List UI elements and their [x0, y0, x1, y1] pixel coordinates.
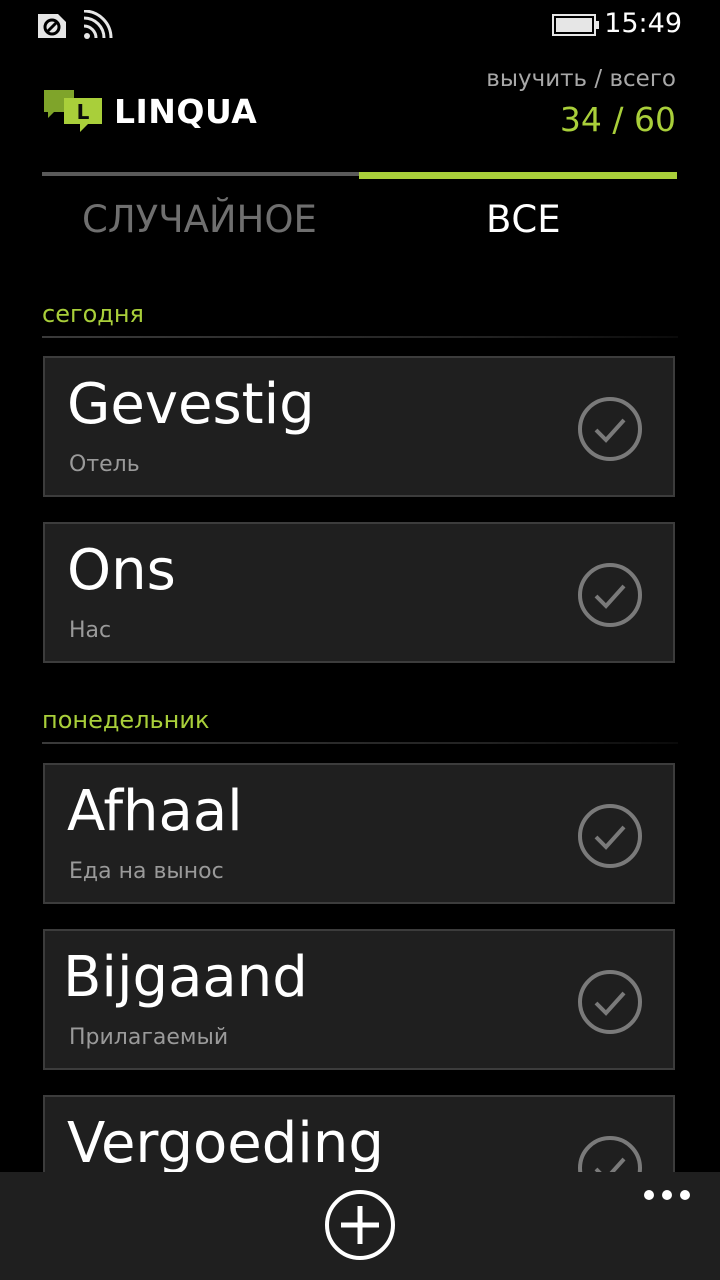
tab-track	[42, 172, 359, 176]
clock: 15:49	[604, 8, 682, 39]
word-text: Ons	[67, 538, 176, 603]
word-text: Gevestig	[67, 372, 315, 437]
section-divider	[42, 336, 678, 338]
tab-random[interactable]: СЛУЧАЙНОЕ	[82, 198, 317, 241]
translation-text: Отель	[69, 452, 140, 477]
check-icon[interactable]	[577, 969, 643, 1035]
wifi-icon	[83, 10, 113, 39]
word-text: Vergoeding	[67, 1111, 384, 1176]
app-title: LINQUA	[114, 92, 258, 131]
more-icon[interactable]	[642, 1186, 692, 1204]
translation-text: Нас	[69, 618, 112, 643]
svg-text:L: L	[77, 100, 90, 124]
word-text: Afhaal	[67, 779, 243, 844]
progress-counter: 34 / 60	[559, 100, 676, 139]
add-icon[interactable]	[323, 1188, 397, 1262]
section-header-monday: понедельник	[42, 706, 210, 734]
word-card[interactable]: Bijgaand Прилагаемый	[43, 929, 675, 1070]
app-bar	[0, 1172, 720, 1280]
word-card[interactable]: Gevestig Отель	[43, 356, 675, 497]
progress-label: выучить / всего	[486, 66, 676, 92]
check-icon[interactable]	[577, 562, 643, 628]
check-icon[interactable]	[577, 396, 643, 462]
translation-text: Прилагаемый	[69, 1025, 229, 1050]
sync-icon	[38, 14, 66, 38]
translation-text: Еда на вынос	[69, 859, 224, 884]
word-card[interactable]: Afhaal Еда на вынос	[43, 763, 675, 904]
tab-selected-indicator	[359, 172, 677, 179]
linqua-logo-icon: L	[44, 90, 102, 132]
section-divider	[42, 742, 678, 744]
check-icon[interactable]	[577, 803, 643, 869]
battery-icon	[552, 14, 599, 36]
word-text: Bijgaand	[63, 945, 308, 1010]
word-card[interactable]: Ons Нас	[43, 522, 675, 663]
section-header-today: сегодня	[42, 300, 144, 328]
tab-all[interactable]: ВСЕ	[486, 198, 561, 241]
status-bar: 15:49	[0, 0, 720, 52]
